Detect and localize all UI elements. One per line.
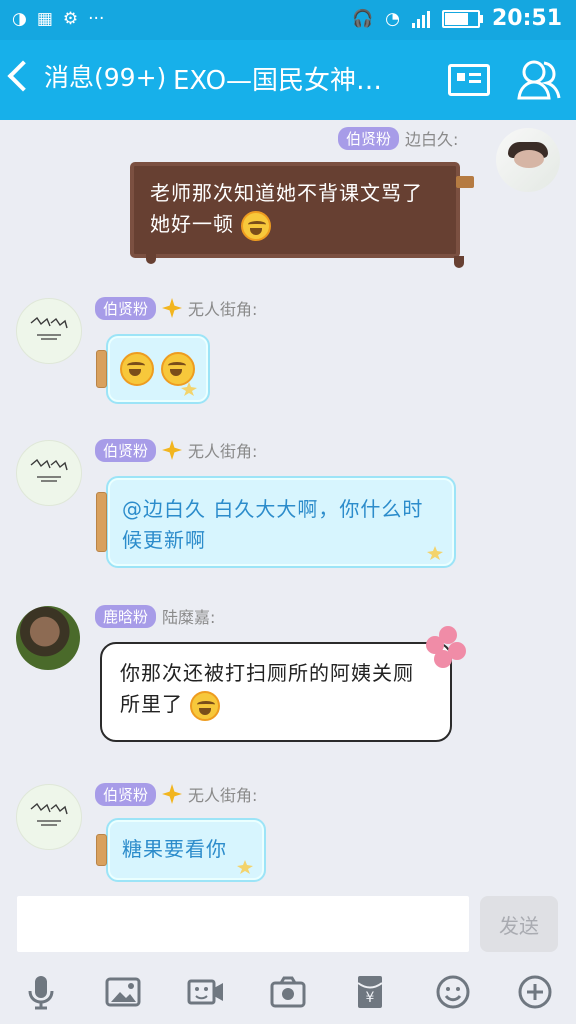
message-bubble-5[interactable]: 糖果要看你 <box>96 818 266 882</box>
sender-avatar[interactable] <box>16 784 82 850</box>
sender-line-5: 伯贤粉 无人街角: <box>95 782 257 806</box>
group-profile-icon[interactable] <box>448 64 490 96</box>
message-list[interactable]: 伯贤粉 边白久: 老师那次知道她不背课文骂了她好一顿 伯贤粉 无人街角: 伯贤粉… <box>0 120 576 892</box>
status-icons-right: 🎧 ◔ 20:51 <box>352 6 562 31</box>
camera-icon <box>270 976 306 1008</box>
message-bubble-4[interactable]: 你那次还被打扫厕所的阿姨关厕所里了 <box>100 626 466 742</box>
sender-line-3: 伯贤粉 无人街角: <box>95 438 257 462</box>
message-input[interactable] <box>17 896 469 952</box>
group-members-icon[interactable] <box>516 58 562 102</box>
sender-line-1: 伯贤粉 边白久: <box>338 126 458 150</box>
message-text: 你那次还被打扫厕所的阿姨关厕所里了 <box>120 661 414 716</box>
back-button[interactable]: 消息(99+) <box>7 58 167 94</box>
chat-toolbar: ¥ <box>0 960 576 1024</box>
battery-icon <box>441 9 483 28</box>
emoji-icon <box>436 975 470 1009</box>
sender-avatar[interactable] <box>16 298 82 364</box>
wifi-icon: ◔ <box>385 8 400 29</box>
plus-button[interactable] <box>513 970 557 1014</box>
fan-tag: 鹿晗粉 <box>95 604 157 628</box>
message-text: 老师那次知道她不背课文骂了她好一顿 <box>150 181 423 236</box>
star-badge-icon <box>162 784 183 804</box>
sender-name: 陆糜嘉: <box>162 608 216 627</box>
camera-button[interactable] <box>266 970 310 1014</box>
sender-avatar-photo[interactable] <box>16 606 80 670</box>
flower-decoration-icon <box>426 626 470 670</box>
fan-tag: 伯贤粉 <box>338 126 400 150</box>
sender-avatar-right[interactable] <box>496 128 560 192</box>
chat-header: 消息(99+) EXO—国民女神… <box>0 40 576 120</box>
star-badge-icon <box>162 440 183 460</box>
more-notifications-icon: ··· <box>88 9 105 29</box>
plus-icon <box>518 975 552 1009</box>
svg-text:¥: ¥ <box>366 990 375 1006</box>
video-call-button[interactable] <box>184 970 228 1014</box>
back-chevron-icon <box>7 60 39 92</box>
fan-tag: 伯贤粉 <box>95 296 157 320</box>
star-badge-icon <box>162 298 183 318</box>
message-bubble-1[interactable]: 老师那次知道她不背课文骂了她好一顿 <box>130 162 474 268</box>
avatar-sketch-icon <box>30 317 68 340</box>
app-notification-icon: ◑ <box>12 9 27 29</box>
avatar-sketch-icon <box>30 803 68 826</box>
sender-name: 无人街角: <box>188 442 258 461</box>
sender-name: 边白久: <box>405 130 459 149</box>
laugh-cry-emoji <box>161 352 196 386</box>
sender-line-4: 鹿晗粉 陆糜嘉: <box>95 604 215 628</box>
avatar-face <box>514 150 544 168</box>
message-bubble-3[interactable]: @边白久 白久大大啊，你什么时候更新啊 <box>96 476 456 568</box>
settings-icon: ⚙ <box>62 9 79 29</box>
chocolate-drip <box>146 252 156 264</box>
status-bar: ◑ ▦ ⚙ ··· 🎧 ◔ 20:51 <box>0 0 576 40</box>
chocolate-drip <box>454 256 464 268</box>
sender-avatar[interactable] <box>16 440 82 506</box>
headphones-icon: 🎧 <box>351 8 374 29</box>
laugh-cry-emoji <box>120 352 154 386</box>
image-button[interactable] <box>101 970 145 1014</box>
status-icons-left: ◑ ▦ ⚙ ··· <box>12 9 104 29</box>
message-composer: 发送 <box>0 892 576 960</box>
message-text: @边白久 白久大大啊，你什么时候更新啊 <box>122 497 424 552</box>
chocolate-stick <box>456 176 474 188</box>
fan-tag: 伯贤粉 <box>95 438 157 462</box>
back-label: 消息(99+) <box>44 63 167 92</box>
sender-name: 无人街角: <box>188 786 258 805</box>
jar-star-icon <box>181 382 197 396</box>
fan-tag: 伯贤粉 <box>95 782 157 806</box>
send-button[interactable]: 发送 <box>480 896 558 952</box>
avatar-sketch-icon <box>30 459 68 482</box>
laugh-cry-emoji <box>190 690 221 721</box>
red-packet-icon: ¥ <box>357 976 383 1008</box>
signal-icon <box>411 10 430 28</box>
microphone-button[interactable] <box>19 970 63 1014</box>
emoji-button[interactable] <box>431 970 475 1014</box>
jar-cap <box>96 834 107 866</box>
jar-cap <box>96 492 107 552</box>
message-text: 糖果要看你 <box>122 837 227 861</box>
chat-title: EXO—国民女神… <box>173 66 383 96</box>
sender-name: 无人街角: <box>188 300 258 319</box>
image-icon <box>105 977 141 1007</box>
sender-line-2: 伯贤粉 无人街角: <box>95 296 257 320</box>
status-time: 20:51 <box>491 6 562 31</box>
microphone-icon <box>28 976 54 1010</box>
video-call-icon <box>187 979 223 1005</box>
jar-cap <box>96 350 107 388</box>
laugh-cry-emoji <box>241 210 272 241</box>
red-packet-button[interactable]: ¥ <box>348 970 392 1014</box>
message-bubble-2[interactable] <box>96 334 210 404</box>
jar-star-icon <box>237 860 253 874</box>
qr-icon: ▦ <box>36 9 53 29</box>
jar-star-icon <box>427 546 443 560</box>
